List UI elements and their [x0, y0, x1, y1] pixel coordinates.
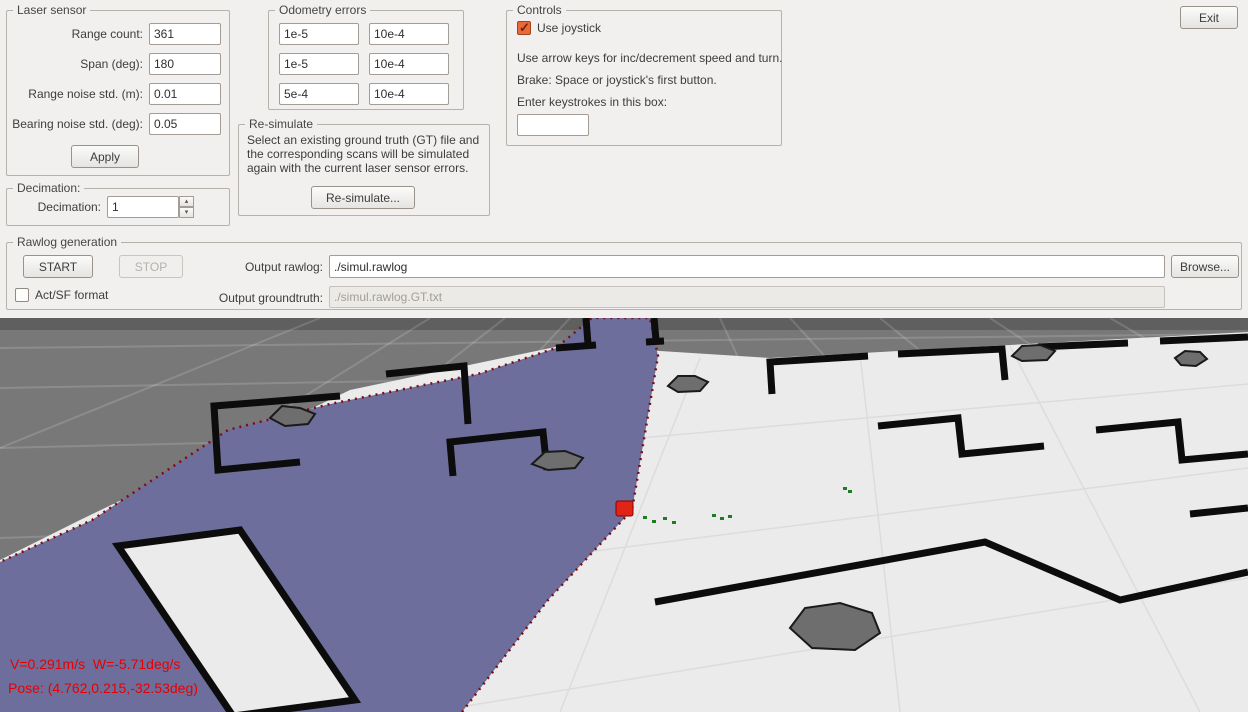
resimulate-button[interactable]: Re-simulate... — [311, 186, 415, 209]
laser-sensor-group: Laser sensor Range count: Span (deg): Ra… — [6, 10, 230, 176]
odometry-errors-group: Odometry errors — [268, 10, 464, 110]
controls-hint-brake: Brake: Space or joystick's first button. — [517, 73, 717, 87]
range-count-input[interactable] — [149, 23, 221, 45]
range-noise-label: Range noise std. (m): — [28, 87, 143, 101]
actsf-label: Act/SF format — [35, 288, 108, 302]
robot-marker — [616, 501, 633, 516]
range-count-label: Range count: — [72, 27, 143, 41]
span-label: Span (deg): — [80, 57, 143, 71]
odometry-input-2a[interactable] — [279, 53, 359, 75]
range-count-row: Range count: — [15, 23, 221, 45]
actsf-row: Act/SF format — [15, 288, 108, 302]
resimulate-group: Re-simulate Select an existing ground tr… — [238, 124, 490, 216]
odometry-row-3 — [279, 83, 449, 105]
range-noise-row: Range noise std. (m): — [15, 83, 221, 105]
decimation-row: Decimation: ▴ ▾ — [15, 196, 221, 218]
rawlog-generation-title: Rawlog generation — [13, 235, 121, 249]
hud-pose-readout: Pose: (4.762,0.215,-32.53deg) — [8, 680, 198, 696]
exit-button[interactable]: Exit — [1180, 6, 1238, 29]
browse-button[interactable]: Browse... — [1171, 255, 1239, 278]
odometry-input-1a[interactable] — [279, 23, 359, 45]
decimation-group: Decimation: Decimation: ▴ ▾ — [6, 188, 230, 226]
use-joystick-checkbox[interactable] — [517, 21, 531, 35]
odometry-input-3b[interactable] — [369, 83, 449, 105]
resimulate-title: Re-simulate — [245, 117, 317, 131]
decimation-spinner: ▴ ▾ — [179, 196, 194, 218]
odometry-errors-title: Odometry errors — [275, 3, 370, 17]
use-joystick-row: Use joystick — [517, 21, 601, 35]
bearing-noise-row: Bearing noise std. (deg): — [15, 113, 221, 135]
decimation-spin-up-icon[interactable]: ▴ — [179, 196, 194, 207]
decimation-spin-down-icon[interactable]: ▾ — [179, 207, 194, 218]
apply-button[interactable]: Apply — [71, 145, 139, 168]
bearing-noise-label: Bearing noise std. (deg): — [12, 117, 143, 131]
resimulate-description: Select an existing ground truth (GT) fil… — [247, 133, 481, 175]
decimation-label: Decimation: — [15, 200, 101, 214]
output-rawlog-input[interactable] — [329, 255, 1165, 278]
laser-sensor-title: Laser sensor — [13, 3, 90, 17]
rawlog-generation-group: Rawlog generation START STOP Output rawl… — [6, 242, 1242, 310]
output-groundtruth-label: Output groundtruth: — [197, 291, 323, 305]
span-row: Span (deg): — [15, 53, 221, 75]
controls-hint-arrows: Use arrow keys for inc/decrement speed a… — [517, 51, 782, 65]
simulation-3d-view[interactable]: V=0.291m/s W=-5.71deg/s Pose: (4.762,0.2… — [0, 318, 1248, 712]
use-joystick-label: Use joystick — [537, 21, 601, 35]
odometry-input-3a[interactable] — [279, 83, 359, 105]
scene-canvas — [0, 318, 1248, 712]
controls-title: Controls — [513, 3, 566, 17]
output-groundtruth-input — [329, 286, 1165, 308]
odometry-input-1b[interactable] — [369, 23, 449, 45]
actsf-checkbox[interactable] — [15, 288, 29, 302]
decimation-group-title: Decimation: — [13, 181, 84, 195]
stop-button: STOP — [119, 255, 183, 278]
output-rawlog-label: Output rawlog: — [197, 260, 323, 274]
controls-hint-keystrokes: Enter keystrokes in this box: — [517, 95, 667, 109]
controls-group: Controls Use joystick Use arrow keys for… — [506, 10, 782, 146]
decimation-input[interactable] — [107, 196, 179, 218]
keystroke-input[interactable] — [517, 114, 589, 136]
odometry-row-2 — [279, 53, 449, 75]
span-input[interactable] — [149, 53, 221, 75]
start-button[interactable]: START — [23, 255, 93, 278]
odometry-row-1 — [279, 23, 449, 45]
bearing-noise-input[interactable] — [149, 113, 221, 135]
odometry-input-2b[interactable] — [369, 53, 449, 75]
hud-velocity-readout: V=0.291m/s W=-5.71deg/s — [10, 656, 180, 672]
robot-simulator-window: Laser sensor Range count: Span (deg): Ra… — [0, 0, 1248, 712]
range-noise-input[interactable] — [149, 83, 221, 105]
